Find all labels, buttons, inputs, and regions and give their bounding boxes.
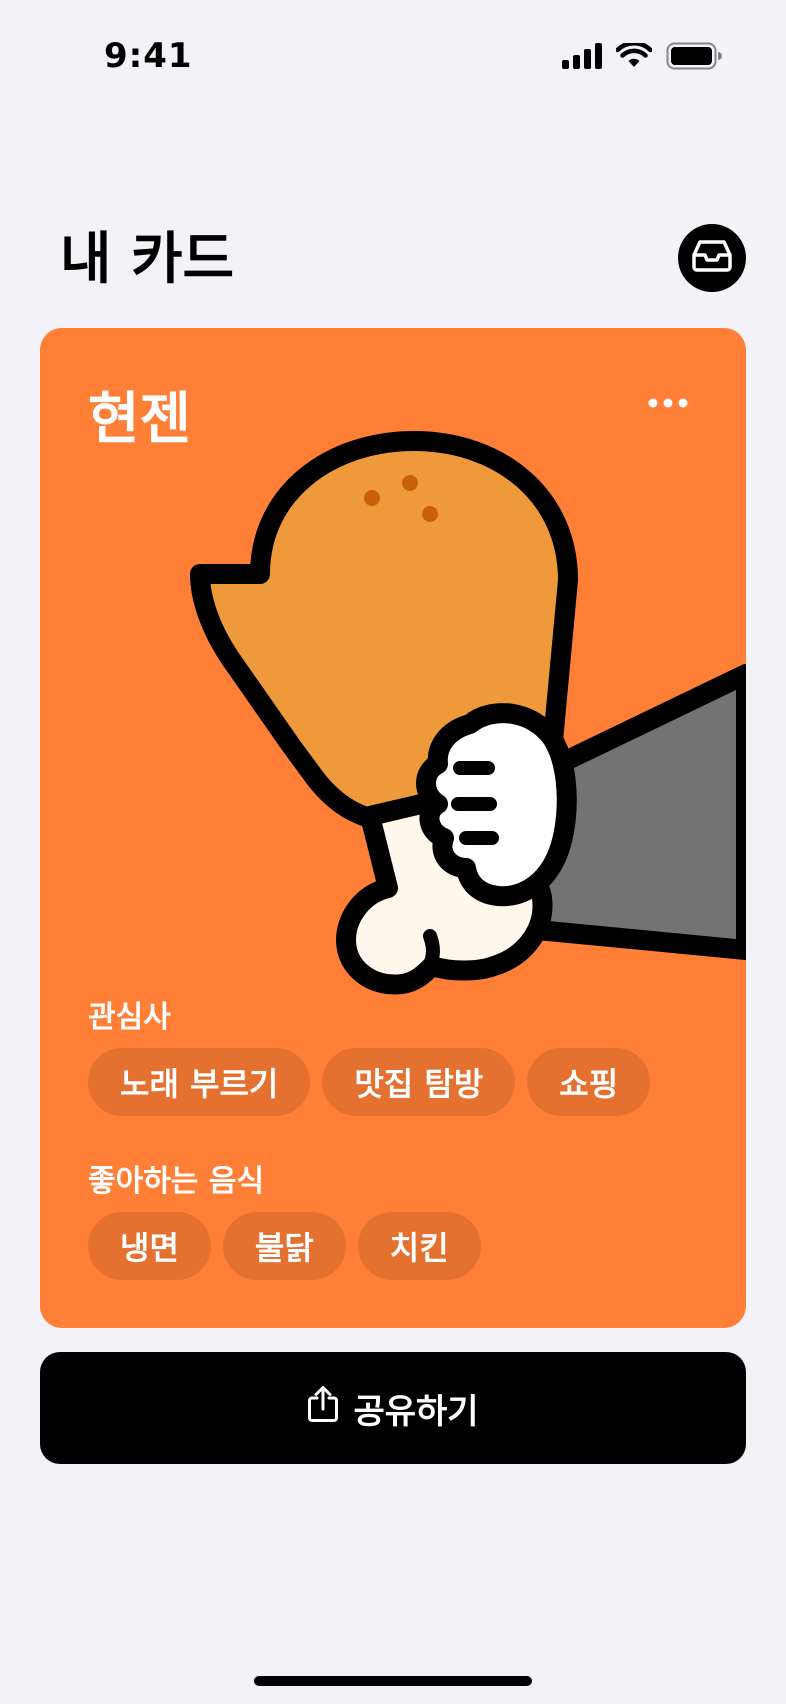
favorite-foods-chips: 냉면 불닭 치킨 [88,1212,481,1280]
battery-icon [666,42,722,74]
inbox-tray-icon [692,239,732,277]
status-time: 9:41 [104,36,193,76]
favorite-foods-label: 좋아하는 음식 [88,1164,265,1199]
interests-chips: 노래 부르기 맛집 탐방 쇼핑 [88,1048,651,1116]
interest-chip[interactable]: 노래 부르기 [88,1048,311,1116]
profile-card: 현젠 관심사 노래 부르기 맛집 탐방 쇼핑 좋아하는 음식 냉면 불닭 치킨 [40,328,746,1328]
interests-label: 관심사 [88,1000,171,1035]
page-title: 내 카드 [60,227,235,292]
share-icon [307,1385,339,1432]
food-chip[interactable]: 불닭 [222,1212,346,1280]
more-horizontal-icon [648,393,688,412]
status-icons [562,40,722,74]
home-indicator[interactable] [254,1676,532,1686]
share-button-label: 공유하기 [353,1391,479,1432]
interest-chip[interactable]: 쇼핑 [527,1048,651,1116]
food-chip[interactable]: 냉면 [88,1212,211,1280]
card-menu-button[interactable] [640,380,696,424]
wifi-icon [615,40,653,73]
status-bar: 9:41 [0,0,786,120]
card-name: 현젠 [88,387,192,452]
cellular-signal-icon [562,43,602,73]
inbox-button[interactable] [678,224,746,292]
share-button[interactable]: 공유하기 [40,1352,746,1464]
interest-chip[interactable]: 맛집 탐방 [322,1048,516,1116]
food-chip[interactable]: 치킨 [357,1212,481,1280]
